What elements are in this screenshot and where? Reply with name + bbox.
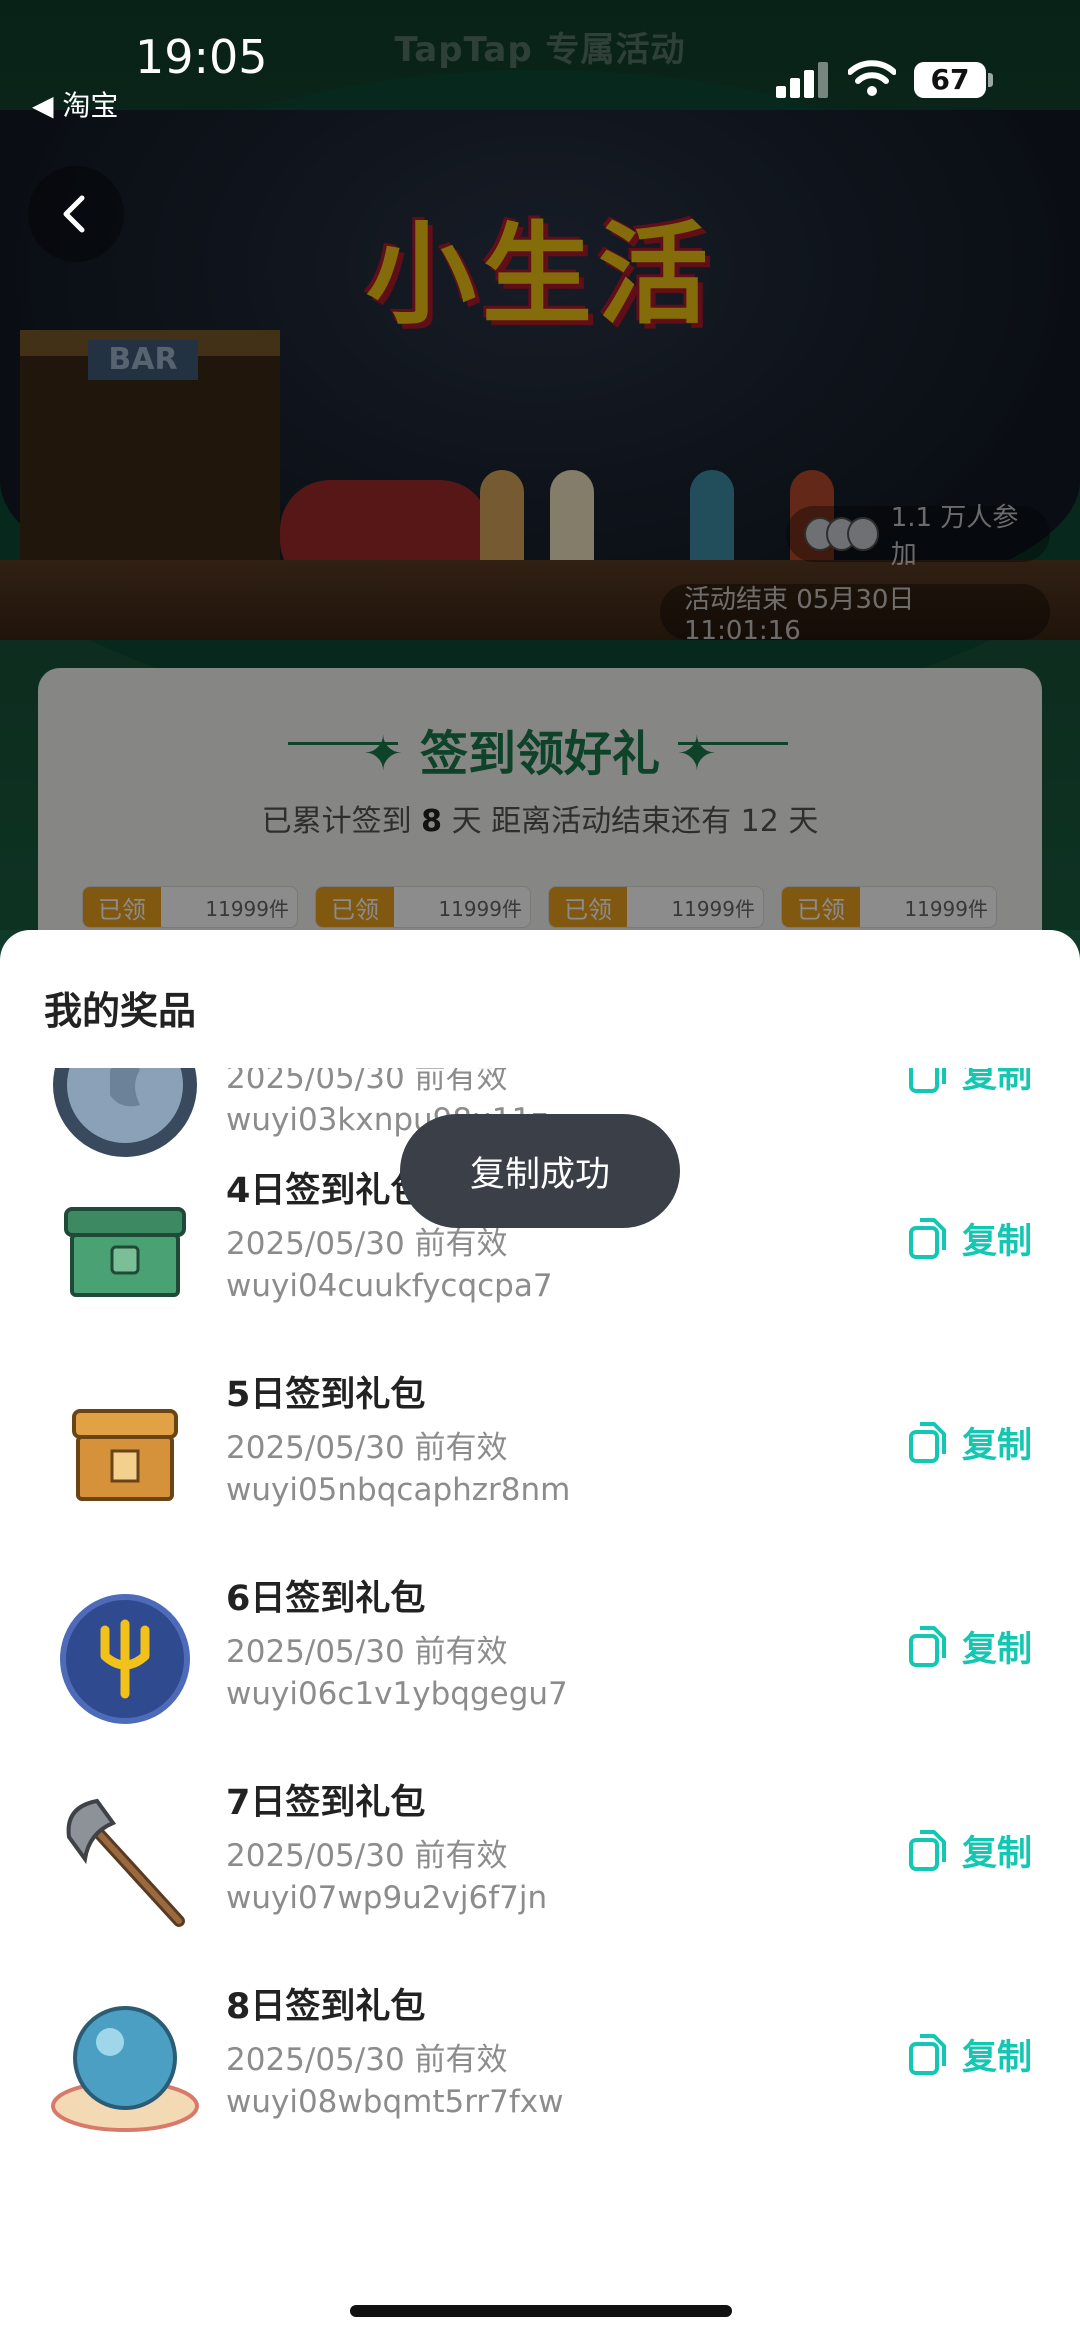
mystery-box-icon <box>50 1380 200 1530</box>
prize-code: wuyi05nbqcaphzr8nm <box>226 1472 571 1508</box>
copy-button[interactable]: 复制 <box>908 1068 1032 1096</box>
copy-label: 复制 <box>962 1833 1033 1874</box>
prize-row: 6日签到礼包 2025/05/30 前有效 wuyi06c1v1ybqgegu7… <box>0 1558 1080 1762</box>
copy-label: 复制 <box>962 2037 1033 2078</box>
wifi-icon <box>848 60 896 96</box>
copy-label: 复制 <box>962 1629 1033 1670</box>
axe-icon <box>50 1788 200 1938</box>
prize-code: wuyi07wp9u2vj6f7jn <box>226 1880 548 1916</box>
trident-badge-icon <box>50 1584 200 1734</box>
battery-tip <box>988 73 993 87</box>
copy-icon <box>909 1626 946 1667</box>
prize-name: 8日签到礼包 <box>226 1987 426 2027</box>
crystal-ball-icon <box>50 1992 200 2142</box>
prize-name: 5日签到礼包 <box>226 1375 426 1415</box>
copy-success-toast: 复制成功 <box>400 1114 680 1228</box>
status-time: 19:05 <box>135 30 268 84</box>
prize-code: wuyi04cuukfycqcpa7 <box>226 1268 553 1304</box>
home-indicator[interactable] <box>350 2305 732 2317</box>
prize-validity: 2025/05/30 前有效 <box>226 1634 508 1670</box>
copy-label: 复制 <box>962 1221 1033 1262</box>
prize-validity: 2025/05/30 前有效 <box>226 1068 508 1096</box>
prize-row: 7日签到礼包 2025/05/30 前有效 wuyi07wp9u2vj6f7jn… <box>0 1762 1080 1966</box>
prize-name: 4日签到礼包 <box>226 1171 426 1211</box>
copy-icon <box>909 1830 946 1871</box>
coin-icon <box>50 1068 200 1160</box>
copy-icon <box>909 2034 946 2075</box>
copy-button[interactable]: 复制 <box>908 1622 1032 1670</box>
chevron-left-icon <box>63 195 85 233</box>
copy-icon <box>909 1218 946 1259</box>
copy-button[interactable]: 复制 <box>908 1418 1032 1466</box>
prize-row: 5日签到礼包 2025/05/30 前有效 wuyi05nbqcaphzr8nm… <box>0 1354 1080 1558</box>
copy-label: 复制 <box>962 1425 1033 1466</box>
prize-name: 6日签到礼包 <box>226 1579 426 1619</box>
prize-code: wuyi08wbqmt5rr7fxw <box>226 2084 564 2120</box>
prize-code: wuyi06c1v1ybqgegu7 <box>226 1676 568 1712</box>
prize-validity: 2025/05/30 前有效 <box>226 1430 508 1466</box>
prize-row: 8日签到礼包 2025/05/30 前有效 wuyi08wbqmt5rr7fxw… <box>0 1966 1080 2170</box>
back-button[interactable] <box>28 166 124 262</box>
back-to-app-link[interactable]: ◀ 淘宝 <box>32 84 118 124</box>
prize-validity: 2025/05/30 前有效 <box>226 1838 508 1874</box>
sheet-title: 我的奖品 <box>44 989 197 1033</box>
prize-list[interactable]: 2025/05/30 前有效 wuyi03kxnpu98u11z 复制 4日签到… <box>0 1068 1080 2248</box>
green-chest-icon <box>50 1176 200 1326</box>
cellular-signal-icon <box>776 62 828 98</box>
copy-icon <box>909 1422 946 1463</box>
copy-button[interactable]: 复制 <box>908 1214 1032 1262</box>
copy-icon <box>909 1068 946 1093</box>
prize-validity: 2025/05/30 前有效 <box>226 2042 508 2078</box>
copy-button[interactable]: 复制 <box>908 2030 1032 2078</box>
prize-name: 7日签到礼包 <box>226 1783 426 1823</box>
copy-label: 复制 <box>962 1068 1033 1096</box>
battery-indicator: 67 <box>914 62 986 98</box>
copy-button[interactable]: 复制 <box>908 1826 1032 1874</box>
